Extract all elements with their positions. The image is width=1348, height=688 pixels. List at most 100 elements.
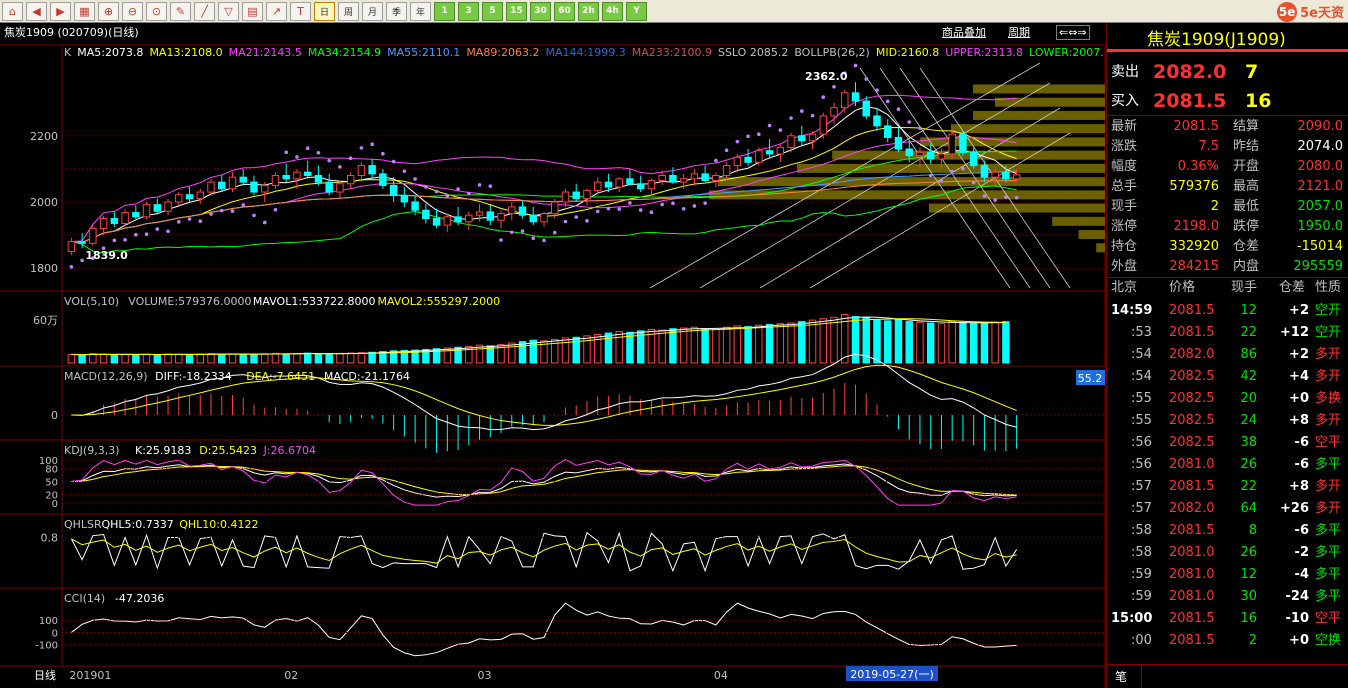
- line-icon[interactable]: ╱: [194, 1, 215, 21]
- period-1-button[interactable]: 周: [338, 1, 359, 21]
- tick-row: :57 2081.5 22 +8 多开: [1107, 476, 1348, 498]
- period-indicator[interactable]: 日线: [34, 668, 56, 682]
- candle-body: [669, 175, 677, 183]
- quote-label: 外盘: [1111, 259, 1138, 274]
- zoom-in-icon[interactable]: ⊕: [98, 1, 119, 21]
- trend-icon[interactable]: ↗: [266, 1, 287, 21]
- sar-dot: [509, 230, 514, 235]
- sar-dot: [864, 77, 869, 81]
- overlay-button[interactable]: 商品叠加: [942, 26, 986, 39]
- sar-dot: [381, 151, 385, 156]
- pane-legend-item: -47.2036: [115, 592, 164, 605]
- kdj-tick-label: 50: [45, 478, 58, 489]
- filter-icon[interactable]: ▽: [218, 1, 239, 21]
- tick-diff: +2: [1289, 347, 1309, 362]
- pen-icon[interactable]: ✎: [170, 1, 191, 21]
- tick-volume: 64: [1240, 501, 1257, 516]
- zoom-fit-icon[interactable]: ⊙: [146, 1, 167, 21]
- sar-dot: [424, 185, 428, 189]
- quote-label: 仓差: [1233, 239, 1260, 254]
- period-0-button[interactable]: 日: [314, 1, 335, 21]
- legend-item: MA55:2110.1: [387, 46, 461, 59]
- period-9-button[interactable]: 30: [530, 1, 551, 21]
- zoom-out-icon[interactable]: ⊖: [122, 1, 143, 21]
- pane-legend-item: QHL10:0.4122: [179, 518, 258, 531]
- period-11-button[interactable]: 2h: [578, 1, 599, 21]
- sar-dot: [918, 126, 922, 131]
- candle-body: [636, 183, 645, 190]
- tick-row: :00 2081.5 2 +0 空换: [1107, 630, 1348, 652]
- sar-dot: [316, 151, 321, 155]
- quote-label: 最低: [1233, 199, 1260, 214]
- volume-bar: [196, 353, 204, 364]
- period-button[interactable]: 周期: [1008, 26, 1030, 39]
- volume-bar: [658, 329, 666, 364]
- sar-dot: [456, 187, 460, 191]
- home-icon[interactable]: ⌂: [2, 1, 23, 21]
- volume-bar: [916, 321, 924, 364]
- period-5-button[interactable]: 1: [434, 1, 455, 21]
- volume-bar: [819, 318, 828, 364]
- tick-icon[interactable]: T: [290, 1, 311, 21]
- tick-time: :54: [1131, 347, 1152, 362]
- back-icon[interactable]: ◀: [26, 1, 47, 21]
- cci-tick-label: -100: [35, 641, 58, 652]
- volume-bar: [894, 318, 903, 364]
- pane-legend-item: K:25.9183: [135, 444, 191, 457]
- quote-label: 涨跌: [1111, 139, 1138, 154]
- candle-body: [121, 212, 129, 224]
- ask-volume: 7: [1245, 61, 1259, 83]
- quote-value: 284215: [1169, 259, 1219, 274]
- ticks-tab[interactable]: 笔: [1115, 668, 1127, 685]
- period-10-button[interactable]: 60: [554, 1, 575, 21]
- tick-time: :56: [1131, 457, 1152, 472]
- volume-bar: [969, 322, 978, 364]
- candle-body: [787, 135, 795, 148]
- candle-body: [432, 218, 441, 226]
- sar-dot: [950, 169, 954, 174]
- tick-price: 2082.0: [1169, 347, 1215, 362]
- candle-body: [551, 201, 559, 215]
- period-8-button[interactable]: 15: [506, 1, 527, 21]
- tick-time: 14:59: [1111, 303, 1153, 318]
- nav-arrows-icon[interactable]: ⇐⇔⇒: [1056, 25, 1090, 40]
- candle-body: [991, 171, 999, 178]
- tick-time: :59: [1131, 589, 1152, 604]
- kline-chart-area[interactable]: 2200 2000 1800 2362.0 1839.0 60万 0 55.2 100 80 50 2…: [0, 23, 1106, 688]
- legend-item: K: [64, 46, 72, 59]
- period-6-button[interactable]: 3: [458, 1, 479, 21]
- pane-legend-item: QHL5:0.7337: [102, 518, 174, 531]
- pane-legend-item: MAVOL2:555297.2000: [378, 295, 501, 308]
- sar-dot: [875, 88, 879, 92]
- candle-body: [905, 148, 913, 157]
- sar-dot: [166, 229, 170, 234]
- quote-label: 总手: [1111, 179, 1138, 194]
- tick-diff: -10: [1285, 611, 1310, 626]
- volume-bar: [959, 321, 967, 364]
- forward-icon[interactable]: ▶: [50, 1, 71, 21]
- candle-body: [239, 176, 247, 183]
- pane-legend-item: DIFF:-18.2334: [155, 370, 232, 383]
- grid-icon[interactable]: ▤: [242, 1, 263, 21]
- candle-body: [540, 213, 548, 223]
- candle-body: [776, 146, 785, 155]
- candle-body: [346, 175, 355, 185]
- candle-body: [744, 156, 752, 163]
- price-tick-label: 2200: [30, 130, 58, 143]
- quote-value: 1950.0: [1297, 219, 1344, 234]
- sar-dot: [112, 238, 117, 243]
- period-3-button[interactable]: 季: [386, 1, 407, 21]
- tick-volume: 12: [1240, 303, 1257, 318]
- sar-dot: [241, 203, 246, 207]
- period-13-button[interactable]: Y: [626, 1, 647, 21]
- sar-dot: [284, 150, 289, 155]
- period-4-button[interactable]: 年: [410, 1, 431, 21]
- period-12-button[interactable]: 4h: [602, 1, 623, 21]
- period-7-button[interactable]: 5: [482, 1, 503, 21]
- cabinet-icon[interactable]: ▦: [74, 1, 95, 21]
- sar-dot: [853, 63, 858, 68]
- chart-svg[interactable]: 2200 2000 1800 2362.0 1839.0 60万 0 55.2 100 80 50 2…: [0, 23, 1106, 688]
- period-2-button[interactable]: 月: [362, 1, 383, 21]
- sar-dot: [617, 207, 621, 211]
- ticks-header-price: 价格: [1169, 280, 1196, 295]
